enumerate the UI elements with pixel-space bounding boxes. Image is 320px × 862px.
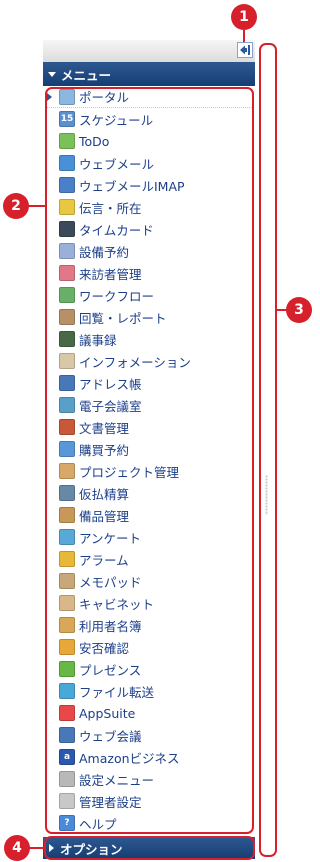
expand-down-icon [48, 71, 56, 77]
callout-1-line [243, 30, 245, 42]
callout-2-line [28, 205, 46, 207]
menu-header[interactable]: メニュー [43, 62, 255, 86]
menu-header-label: メニュー [61, 67, 112, 83]
collapse-panel-button[interactable] [237, 42, 253, 58]
callout-box-2 [45, 87, 254, 834]
callout-box-3 [259, 43, 277, 857]
callout-badge-2: 2 [3, 193, 29, 219]
callout-box-4 [44, 836, 255, 860]
panel-topbar [43, 40, 255, 62]
callout-badge-3: 3 [286, 297, 312, 323]
collapse-arrow-icon [240, 45, 250, 55]
callout-4-line [28, 847, 44, 849]
callout-badge-1: 1 [231, 4, 257, 30]
callout-badge-4: 4 [4, 835, 30, 861]
